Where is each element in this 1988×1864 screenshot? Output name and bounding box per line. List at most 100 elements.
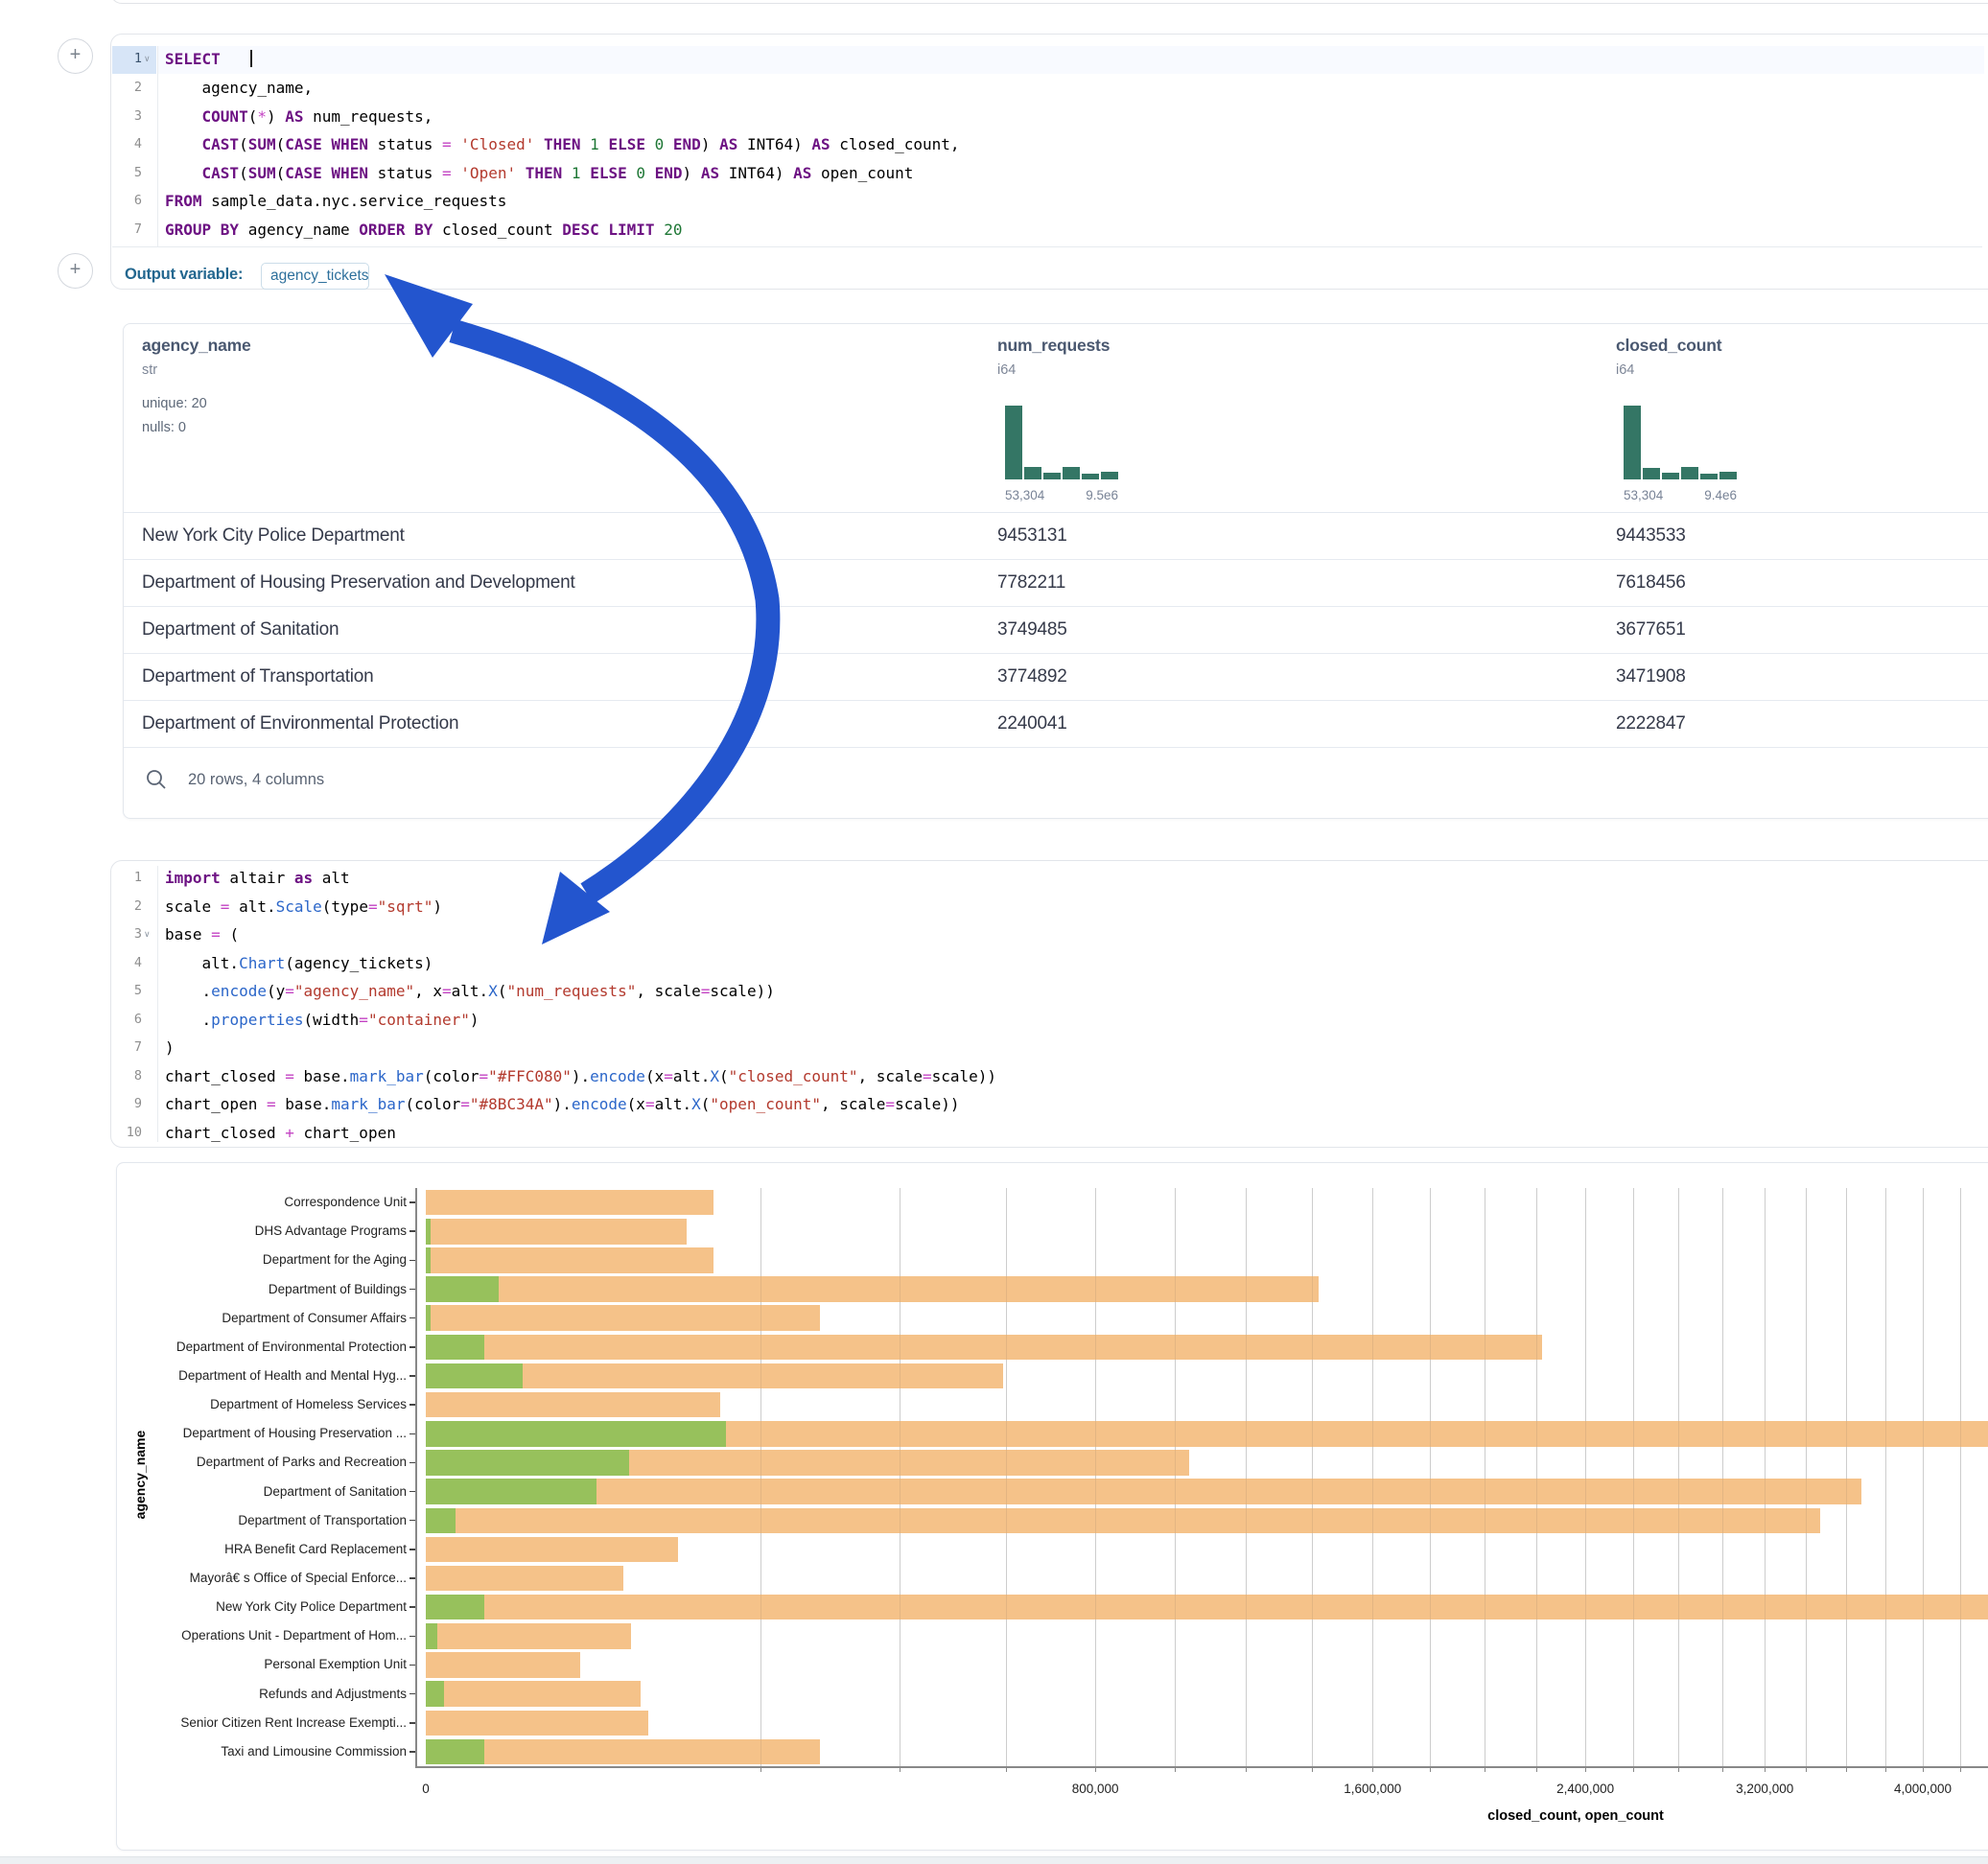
- line-number: 2: [110, 893, 142, 921]
- histogram-bar: [1662, 473, 1679, 479]
- x-tick-label: 3,200,000: [1707, 1782, 1822, 1796]
- row-separator: [124, 700, 1988, 701]
- search-icon[interactable]: [144, 767, 169, 792]
- histogram-bar: [1082, 474, 1099, 479]
- line-number: 5: [110, 977, 142, 1006]
- category-label: Operations Unit - Department of Hom...: [100, 1628, 407, 1643]
- open-count-bar: [426, 1595, 484, 1620]
- histogram-max-label: 9.4e6: [1624, 488, 1737, 502]
- add-cell-button-top[interactable]: +: [58, 38, 93, 74]
- code-line: scale = alt.Scale(type="sqrt"): [165, 893, 442, 921]
- line-number: 1: [110, 45, 142, 74]
- output-variable-value: agency_tickets: [270, 268, 369, 285]
- closed-count-bar: [426, 1247, 713, 1273]
- open-count-bar: [426, 1739, 484, 1765]
- table-cell: Department of Transportation: [142, 666, 374, 687]
- column-type: i64: [997, 362, 1016, 378]
- line-number: 6: [110, 187, 142, 216]
- column-header[interactable]: agency_name: [142, 336, 251, 356]
- closed-count-bar: [426, 1652, 580, 1678]
- gridline-overlay: [1006, 1188, 1007, 1766]
- category-label: Personal Exemption Unit: [100, 1657, 407, 1671]
- gridline-overlay: [1372, 1188, 1373, 1766]
- header-separator: [124, 512, 1988, 513]
- column-type: str: [142, 362, 157, 378]
- gridline-overlay: [1960, 1188, 1961, 1766]
- output-variable-label: Output variable:: [125, 266, 243, 284]
- column-stat: nulls: 0: [142, 420, 186, 435]
- row-separator: [124, 747, 1988, 748]
- line-number: 5: [110, 159, 142, 188]
- page-bottom-strip: [0, 1856, 1988, 1864]
- fold-chevron-icon[interactable]: ∨: [144, 920, 151, 949]
- code-line: FROM sample_data.nyc.service_requests: [165, 187, 506, 216]
- table-cell: 3749485: [997, 619, 1067, 641]
- table-cell: 3677651: [1616, 619, 1686, 641]
- code-line: chart_open = base.mark_bar(color="#8BC34…: [165, 1090, 960, 1119]
- table-cell: Department of Environmental Protection: [142, 713, 458, 734]
- category-label: Department of Consumer Affairs: [100, 1311, 407, 1325]
- line-number: 2: [110, 74, 142, 103]
- closed-count-bar: [426, 1595, 1988, 1620]
- histogram-bar: [1101, 472, 1118, 479]
- gridline-overlay: [1175, 1188, 1176, 1766]
- line-number: 3: [110, 920, 142, 949]
- table-cell: 9443533: [1616, 525, 1686, 547]
- fold-chevron-icon[interactable]: ∨: [144, 45, 151, 74]
- gridline-overlay: [1923, 1188, 1924, 1766]
- table-cell: 7782211: [997, 572, 1065, 594]
- histogram-bar: [1624, 406, 1641, 479]
- y-axis-line: [415, 1188, 417, 1766]
- line-number: 6: [110, 1006, 142, 1035]
- closed-count-bar: [426, 1392, 720, 1418]
- gridline-overlay: [760, 1188, 761, 1766]
- histogram-bar: [1024, 467, 1041, 479]
- table-cell: 2222847: [1616, 713, 1686, 734]
- x-tick-label: 0: [368, 1782, 483, 1796]
- closed-count-bar: [426, 1623, 631, 1649]
- table-cell: 3774892: [997, 666, 1067, 687]
- open-count-bar: [426, 1247, 431, 1273]
- x-axis-line: [415, 1766, 1988, 1768]
- histogram-bar: [1681, 467, 1698, 479]
- open-count-bar: [426, 1508, 456, 1534]
- y-axis-title: agency_name: [132, 1331, 148, 1619]
- x-tick-label: 800,000: [1038, 1782, 1153, 1796]
- closed-count-bar: [426, 1219, 687, 1245]
- x-axis-title: closed_count, open_count: [1384, 1808, 1767, 1824]
- gridline-overlay: [1430, 1188, 1431, 1766]
- table-cell: 7618456: [1616, 572, 1686, 594]
- open-count-bar: [426, 1219, 431, 1245]
- column-header[interactable]: closed_count: [1616, 336, 1721, 356]
- closed-count-bar: [426, 1566, 623, 1592]
- row-separator: [124, 653, 1988, 654]
- closed-count-bar: [426, 1508, 1820, 1534]
- add-cell-button-below[interactable]: +: [58, 253, 93, 289]
- open-count-bar: [426, 1450, 629, 1476]
- closed-count-bar: [426, 1681, 641, 1707]
- row-separator: [124, 606, 1988, 607]
- column-header[interactable]: num_requests: [997, 336, 1110, 356]
- output-variable-pill[interactable]: agency_tickets: [261, 263, 369, 290]
- code-line: agency_name,: [165, 74, 313, 103]
- gridline-overlay: [1536, 1188, 1537, 1766]
- code-line: alt.Chart(agency_tickets): [165, 949, 433, 978]
- gridline-overlay: [1095, 1188, 1096, 1766]
- histogram-bar: [1700, 474, 1718, 479]
- category-label: Refunds and Adjustments: [100, 1687, 407, 1701]
- table-cell: 2240041: [997, 713, 1067, 734]
- category-label: DHS Advantage Programs: [100, 1223, 407, 1238]
- closed-count-bar: [426, 1335, 1542, 1361]
- gridline-overlay: [1585, 1188, 1586, 1766]
- gridline-overlay: [1806, 1188, 1807, 1766]
- gridline-overlay: [1722, 1188, 1723, 1766]
- open-count-bar: [426, 1421, 726, 1447]
- open-count-bar: [426, 1276, 499, 1302]
- table-cell: 3471908: [1616, 666, 1686, 687]
- table-cell: 9453131: [997, 525, 1067, 547]
- histogram-bar: [1005, 406, 1022, 479]
- line-number: 10: [110, 1119, 142, 1148]
- open-count-bar: [426, 1335, 484, 1361]
- open-count-bar: [426, 1305, 431, 1331]
- gridline-overlay: [1765, 1188, 1766, 1766]
